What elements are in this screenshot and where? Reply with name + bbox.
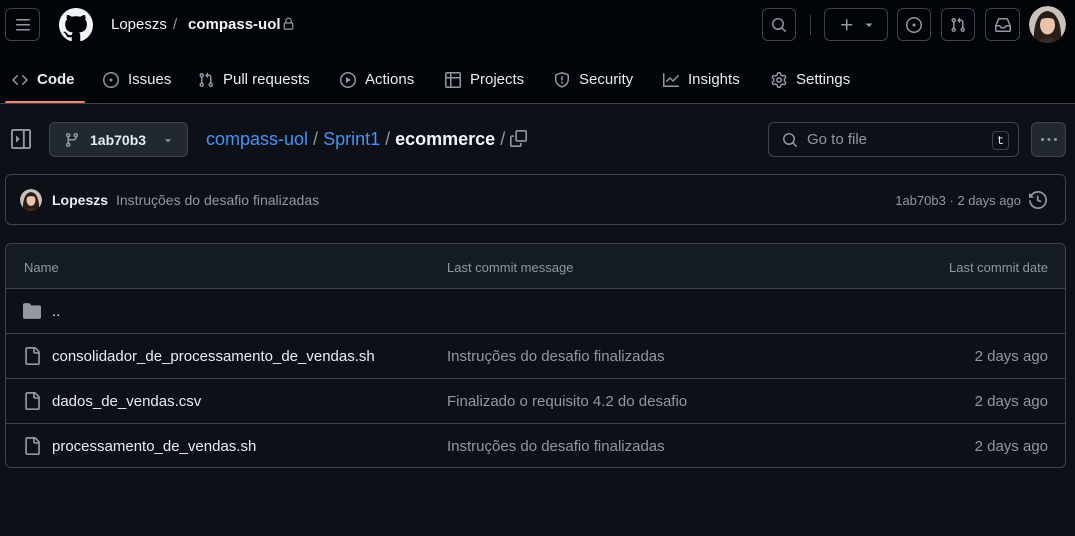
table-icon [445,71,461,88]
commit-history-button[interactable] [1029,191,1047,209]
column-header-name: Name [24,260,59,275]
branch-label: 1ab70b3 [90,131,147,148]
table-header: Name Last commit message Last commit dat… [6,244,1065,289]
notifications-button[interactable] [985,8,1020,41]
history-icon [1029,191,1047,209]
branch-selector[interactable]: 1ab70b3 [49,122,188,157]
column-header-date: Last commit date [949,260,1048,275]
search-icon [772,17,787,32]
file-commit-date: 2 days ago [974,348,1048,365]
folder-icon [23,302,41,320]
file-name-link[interactable]: consolidador_de_processamento_de_vendas.… [52,348,375,365]
go-to-file-input[interactable]: Go to file t [768,122,1019,157]
path-link-sprint[interactable]: Sprint1 [323,129,380,150]
global-header: Lopeszs / compass-uol [0,0,1075,56]
file-commit-message-link[interactable]: Instruções do desafio finalizadas [447,438,665,455]
table-row: processamento_de_vendas.sh Instruções do… [6,424,1065,467]
breadcrumb-separator: / [173,16,178,33]
file-commit-date: 2 days ago [974,393,1048,410]
shield-icon [555,71,569,88]
tab-insights-label: Insights [688,71,740,88]
issue-opened-icon [103,71,119,88]
tab-code-label: Code [37,71,75,88]
header-divider [810,15,811,35]
commit-message[interactable]: Instruções do desafio finalizadas [116,192,319,208]
breadcrumb-repo[interactable]: compass-uol [188,16,281,33]
tab-projects-label: Projects [470,71,525,88]
path-separator: / [385,129,391,149]
triangle-down-icon [165,138,171,142]
file-commit-message-link[interactable]: Instruções do desafio finalizadas [447,348,665,365]
repo-nav: Code Issues Pull requests Actions Projec… [0,56,1075,104]
table-row: dados_de_vendas.csv Finalizado o requisi… [6,379,1065,424]
plus-icon [840,18,852,30]
tab-security-label: Security [579,71,634,88]
expand-file-tree-button[interactable] [11,129,31,149]
tab-settings[interactable]: Settings [771,56,850,103]
parent-directory-link[interactable]: .. [52,303,60,320]
your-pull-requests-button[interactable] [941,8,975,41]
inbox-icon [994,17,1011,32]
file-name-link[interactable]: dados_de_vendas.csv [52,393,201,410]
table-row: consolidador_de_processamento_de_vendas.… [6,334,1065,379]
more-options-button[interactable] [1031,122,1066,157]
column-header-message: Last commit message [447,260,574,275]
lock-icon [282,17,295,31]
go-to-file-placeholder: Go to file [807,131,868,148]
sidebar-expand-icon [11,129,31,149]
git-pull-request-icon [951,17,966,32]
breadcrumb-owner[interactable]: Lopeszs [111,16,167,33]
file-icon [23,437,41,455]
latest-commit-box: Lopeszs Instruções do desafio finalizada… [5,174,1066,225]
tab-projects[interactable]: Projects [445,56,524,103]
path-separator: / [313,129,319,149]
github-logo-icon[interactable] [59,8,93,42]
issue-opened-icon [906,16,922,33]
parent-directory-row[interactable]: .. [6,289,1065,334]
tab-insights[interactable]: Insights [663,56,740,103]
file-path-breadcrumb: compass-uol / Sprint1 / ecommerce / [206,129,510,150]
search-button[interactable] [762,8,796,41]
tab-code[interactable]: Code [12,56,75,103]
tab-issues-label: Issues [128,71,172,88]
tab-issues[interactable]: Issues [103,56,171,103]
tab-pull-requests-label: Pull requests [223,71,310,88]
git-pull-request-icon [199,72,214,87]
keyboard-shortcut-hint: t [992,131,1009,150]
file-name-link[interactable]: processamento_de_vendas.sh [52,438,256,455]
user-avatar[interactable] [1029,6,1066,43]
triangle-down-icon [865,23,872,27]
tab-pull-requests[interactable]: Pull requests [198,56,310,103]
kebab-horizontal-icon [1040,137,1057,141]
copy-icon [510,130,527,147]
file-icon [23,347,41,365]
git-branch-icon [65,132,78,147]
commit-author[interactable]: Lopeszs [52,192,108,208]
file-commit-message-link[interactable]: Finalizado o requisito 4.2 do desafio [447,393,687,410]
your-issues-button[interactable] [897,8,931,41]
path-link-repo[interactable]: compass-uol [206,129,308,150]
menu-button[interactable] [5,8,40,41]
file-icon [23,392,41,410]
hamburger-icon [15,18,30,30]
commit-sha-and-time[interactable]: 1ab70b3 · 2 days ago [895,193,1021,208]
graph-icon [663,72,679,87]
path-current-folder: ecommerce [395,129,496,149]
file-commit-date: 2 days ago [974,438,1048,455]
copy-path-button[interactable] [510,130,527,147]
file-list-table: Name Last commit message Last commit dat… [5,243,1066,468]
play-icon [340,71,356,88]
active-tab-underline [5,101,85,103]
tab-security[interactable]: Security [554,56,633,103]
code-icon [12,74,28,85]
gear-icon [771,71,787,88]
tab-settings-label: Settings [796,71,851,88]
path-separator: / [500,129,506,149]
create-new-button[interactable] [824,8,888,41]
tab-actions[interactable]: Actions [340,56,414,103]
commit-author-avatar[interactable] [20,189,42,211]
tab-actions-label: Actions [365,71,415,88]
search-icon [783,132,798,147]
